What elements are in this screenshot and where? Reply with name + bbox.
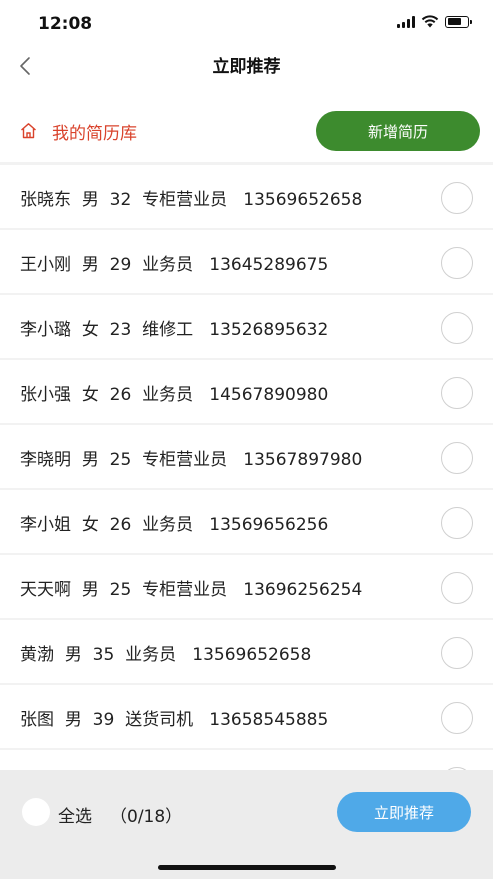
nav-bar: 立即推荐 (0, 44, 493, 90)
status-icons (397, 15, 472, 28)
resume-text: 张晓东 男 32 专柜营业员 13569652658 (20, 190, 363, 210)
selection-count: （0/18） (110, 807, 183, 827)
home-icon (21, 123, 36, 139)
select-radio[interactable] (441, 442, 473, 474)
list-item[interactable]: 张晓东 男 32 专柜营业员 13569652658 (0, 165, 493, 228)
select-radio[interactable] (441, 182, 473, 214)
add-resume-button[interactable]: 新增简历 (316, 111, 480, 151)
select-radio[interactable] (441, 702, 473, 734)
resume-text: 李小姐 女 26 业务员 13569656256 (20, 515, 329, 535)
resume-text: 黄渤 男 35 业务员 13569652658 (20, 645, 312, 665)
select-all-radio[interactable] (22, 798, 50, 826)
signal-icon (397, 15, 415, 28)
list-item[interactable]: 李小璐 女 23 维修工 13526895632 (0, 295, 493, 358)
resume-text: 张图 男 39 送货司机 13658545885 (20, 710, 329, 730)
resume-text: 李晓明 男 25 专柜营业员 13567897980 (20, 450, 363, 470)
list-item[interactable]: 李小姐 女 26 业务员 13569656256 (0, 490, 493, 553)
library-label: 我的简历库 (52, 124, 137, 144)
select-radio[interactable] (441, 637, 473, 669)
status-time: 12:08 (38, 14, 93, 34)
resume-list: 张晓东 男 32 专柜营业员 13569652658 王小刚 男 29 业务员 … (0, 165, 493, 799)
select-radio[interactable] (441, 312, 473, 344)
select-radio[interactable] (441, 572, 473, 604)
select-all-label[interactable]: 全选 (58, 802, 92, 827)
resume-text: 王小刚 男 29 业务员 13645289675 (20, 255, 329, 275)
select-radio[interactable] (441, 377, 473, 409)
list-item[interactable]: 天天啊 男 25 专柜营业员 13696256254 (0, 555, 493, 618)
resume-text: 天天啊 男 25 专柜营业员 13696256254 (20, 580, 363, 600)
resume-text: 李小璐 女 23 维修工 13526895632 (20, 320, 329, 340)
page-title: 立即推荐 (212, 57, 281, 77)
list-item[interactable]: 张小强 女 26 业务员 14567890980 (0, 360, 493, 423)
wifi-icon (421, 15, 439, 28)
list-item[interactable]: 王小刚 男 29 业务员 13645289675 (0, 230, 493, 293)
battery-icon (445, 15, 472, 28)
home-indicator (158, 865, 336, 870)
select-radio[interactable] (441, 507, 473, 539)
library-bar: 我的简历库 新增简历 (0, 90, 493, 162)
recommend-button[interactable]: 立即推荐 (337, 792, 471, 832)
list-item[interactable]: 黄渤 男 35 业务员 13569652658 (0, 620, 493, 683)
list-item[interactable]: 李晓明 男 25 专柜营业员 13567897980 (0, 425, 493, 488)
list-item[interactable]: 张图 男 39 送货司机 13658545885 (0, 685, 493, 748)
select-radio[interactable] (441, 247, 473, 279)
status-bar: 12:08 (0, 0, 493, 44)
resume-text: 张小强 女 26 业务员 14567890980 (20, 385, 329, 405)
bottom-action-bar: 全选 （0/18） 立即推荐 (0, 770, 493, 879)
